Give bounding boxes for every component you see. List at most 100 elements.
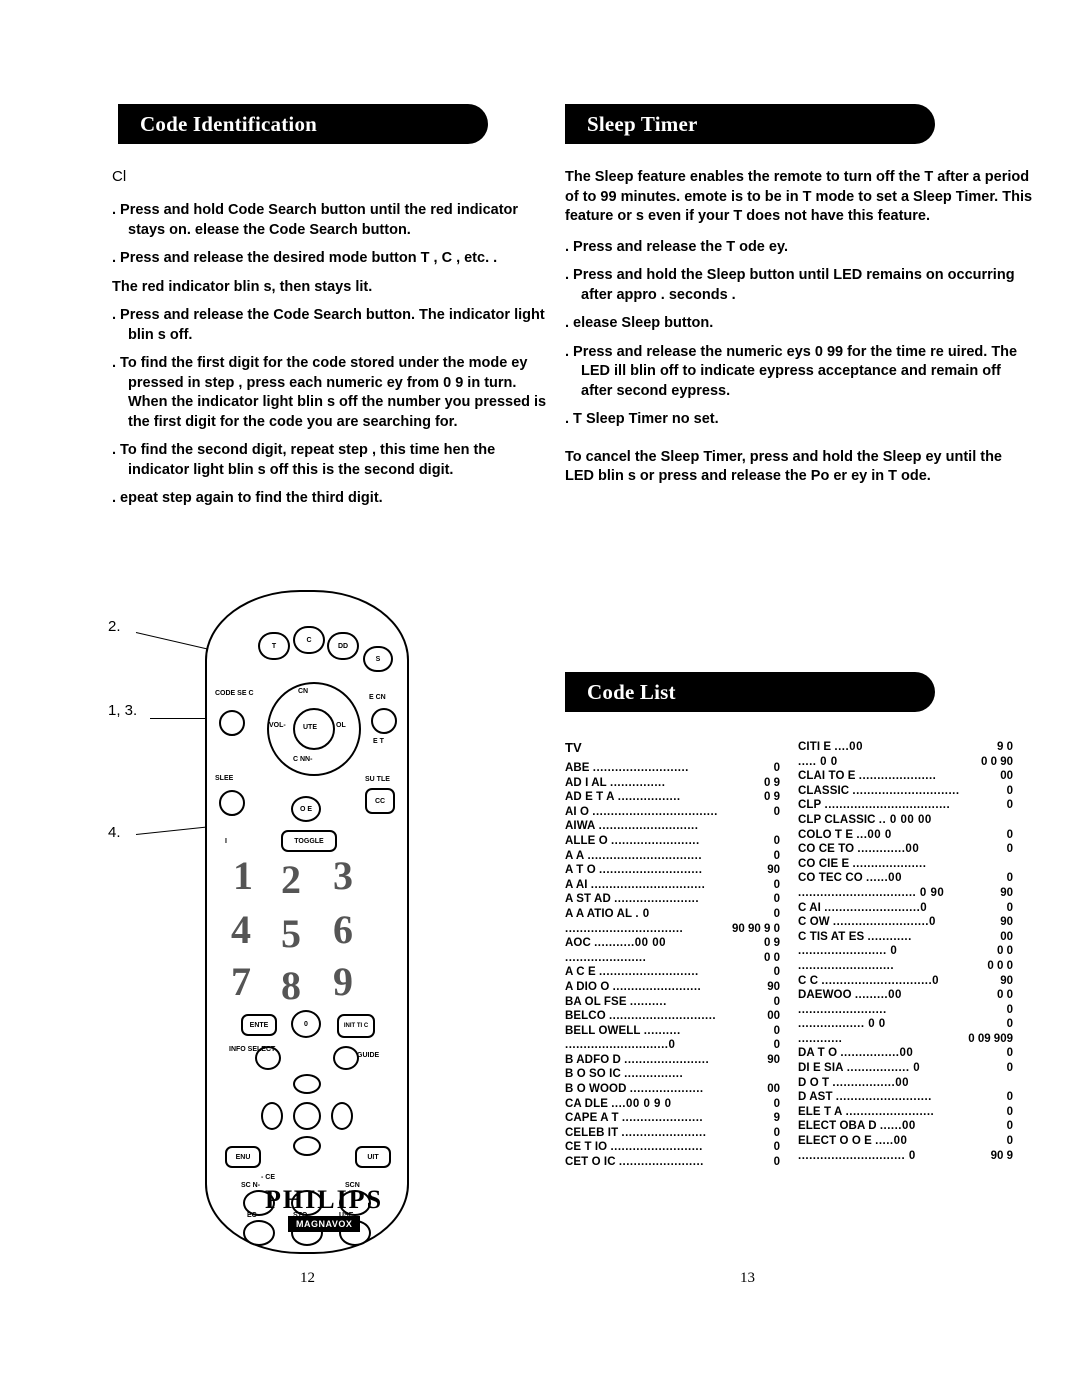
code-list-codes: 90 <box>767 1053 780 1066</box>
code-list-dots: ................00 <box>840 1047 914 1060</box>
code-list-codes: 0 <box>1006 1105 1013 1118</box>
section-header-code-identification: Code Identification <box>118 104 488 144</box>
remote-label-volume-up: OL <box>336 722 346 729</box>
code-list-entry: AOC ...........00 00 0 9 <box>565 936 780 951</box>
remote-button-arrow-down <box>293 1136 321 1156</box>
code-list-dots: ...................... <box>621 1112 704 1125</box>
code-list-codes: 9 0 <box>997 741 1013 753</box>
remote-label-record: EC <box>247 1212 257 1219</box>
code-list-dots: ........................ <box>610 834 700 847</box>
code-list-entry: ELE T A ........................ 0 <box>798 1105 1013 1120</box>
code-list-dots: ................................ <box>565 922 684 935</box>
remote-button-dvd: DD <box>327 632 359 660</box>
code-list-brand: COLO T E <box>798 828 854 841</box>
code-list-brand: A AI <box>565 878 588 891</box>
code-list-columns: TV ABE .......................... 0 AD I A… <box>565 740 1035 1170</box>
code-list-entry: CLAI TO E ..................... 00 <box>798 769 1013 784</box>
code-list-codes: 90 90 9 0 <box>732 922 780 935</box>
code-list-entry: CO TEC CO ......00 0 <box>798 871 1013 886</box>
code-list-entry: D AST .......................... 0 <box>798 1090 1013 1105</box>
code-list-dots: .................... <box>852 857 927 870</box>
code-list-dots: ..................... <box>858 770 937 783</box>
code-list-entry: CELEB IT ....................... 0 <box>565 1126 780 1141</box>
code-list-codes: 0 <box>773 834 780 847</box>
code-list-dots: ................................ 0 90 <box>798 886 945 899</box>
remote-button-arrow-right <box>331 1102 353 1130</box>
code-list-codes: 90 <box>767 980 780 993</box>
code-list-brand: CO CE TO <box>798 843 855 856</box>
code-list-codes: 0 9 <box>764 776 780 789</box>
sleep-timer-body: The Sleep feature enables the remote to … <box>565 168 1035 498</box>
code-list-brand: AIWA <box>565 820 596 833</box>
remote-label-mute: UTE <box>303 724 317 731</box>
code-list-codes: 0 0 <box>997 945 1013 958</box>
code-list-entry: C C ..............................0 90 <box>798 974 1013 989</box>
code-list-dots: ..........................0 <box>832 916 936 929</box>
remote-label-scan-back: SC N- <box>241 1182 261 1189</box>
code-list-codes: 0 <box>1006 784 1013 797</box>
remote-button-0: 0 <box>291 1010 321 1038</box>
code-list-brand: C TIS AT ES <box>798 930 865 943</box>
code-list-dots: ........................ <box>612 980 702 993</box>
code-list-brand: CA DLE <box>565 1097 608 1110</box>
code-list-codes: 0 <box>773 1126 780 1139</box>
code-list-brand: CO TEC CO <box>798 872 863 885</box>
code-list-brand: CLASSIC <box>798 784 850 797</box>
remote-button-tv: T <box>258 632 290 660</box>
code-list-entry: A ST AD ....................... 0 <box>565 892 780 907</box>
code-list-brand: DAEWOO <box>798 989 852 1002</box>
section-header-code-list: Code List <box>565 672 935 712</box>
remote-key-3: 3 <box>333 853 353 898</box>
code-list-codes: 0 <box>1006 1091 1013 1104</box>
code-list-entry: AIWA ........................... <box>565 819 780 834</box>
remote-key-2: 2 <box>281 857 301 902</box>
code-list-brand: D O T <box>798 1076 830 1089</box>
code-identification-body: Cl . Press and hold Code Search button u… <box>112 168 552 518</box>
code-list-brand: B ADFO D <box>565 1053 621 1066</box>
code-list-codes: 0 <box>773 995 780 1008</box>
code-list-entry: A T O ............................ 90 <box>565 863 780 878</box>
code-list-entry: CLP .................................. 0 <box>798 798 1013 813</box>
code-list-brand: A DIO O <box>565 980 610 993</box>
code-list-brand: A A <box>565 849 585 862</box>
code-list-dots: .................................. <box>592 805 718 818</box>
code-list-codes: 90 <box>1000 886 1013 899</box>
remote-label-channel-up: CN <box>298 688 309 695</box>
remote-label-pace: - CE <box>261 1174 275 1181</box>
code-list-dots: .................................. <box>824 799 951 812</box>
code-list-dots: .......................... <box>798 959 895 972</box>
callout-1-3: 1, 3. <box>108 702 138 719</box>
code-list-dots: ......00 <box>866 872 902 885</box>
code-identification-steps: . Press and hold Code Search button unti… <box>112 201 552 509</box>
code-list-continuation: ............................. 0 90 9 <box>798 1149 1013 1164</box>
remote-key-9: 9 <box>333 959 353 1004</box>
sleep-timer-intro: The Sleep feature enables the remote to … <box>565 169 1033 224</box>
code-list-continuation: ........................ 0 <box>798 1003 1013 1018</box>
code-list-brand: B O SO IC <box>565 1068 621 1081</box>
code-list-codes: 0 <box>1006 828 1013 841</box>
code-list-brand: CLP <box>798 799 822 812</box>
code-list-brand: ABE <box>565 762 590 774</box>
code-list-brand: B O WOOD <box>565 1083 627 1096</box>
code-list-brand: DI E SIA <box>798 1062 844 1075</box>
code-list-entry: A DIO O ........................ 90 <box>565 980 780 995</box>
code-list-dots: ............................0 <box>565 1039 676 1052</box>
code-list-brand: AOC <box>565 937 591 950</box>
code-list-entry: CET O IC ....................... 0 <box>565 1155 780 1170</box>
code-list-codes: 00 <box>767 1010 780 1023</box>
code-list-codes: 0 <box>1006 1120 1013 1133</box>
callout-2: 2. <box>108 618 121 635</box>
code-list-entry: BELL OWELL .......... 0 <box>565 1024 780 1039</box>
code-list-entry: B ADFO D ....................... 90 <box>565 1053 780 1068</box>
code-list-entry: A A ............................... 0 <box>565 849 780 864</box>
code-list-dots: ...................... <box>565 951 647 964</box>
code-list-codes: 0 <box>1006 872 1013 885</box>
code-list-column-right: CITI E ....00 9 0 ..... 0 00 0 90 CLAI TO … <box>798 740 1013 1170</box>
code-list-continuation: ................................ 0 90 90 <box>798 886 1013 901</box>
code-list-dots: ............................. <box>852 784 960 797</box>
code-list-brand: BELCO <box>565 1010 606 1023</box>
code-list-codes: 00 <box>1000 930 1013 943</box>
code-list-codes: 0 <box>773 849 780 862</box>
remote-button-power: O E <box>291 796 321 822</box>
remote-button-code-search <box>219 710 245 736</box>
